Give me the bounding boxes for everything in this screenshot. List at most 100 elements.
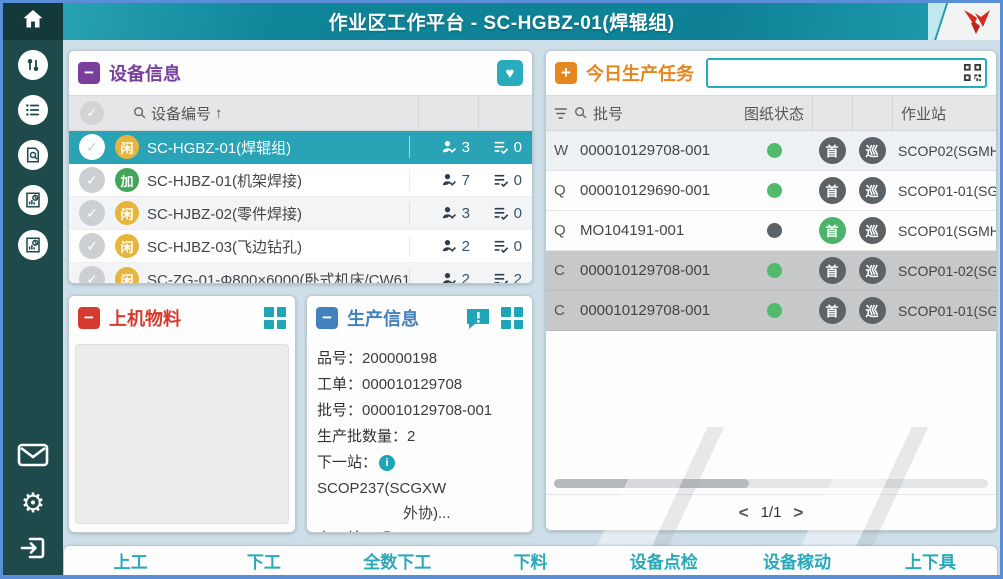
alert-bubble-icon[interactable] [465,307,491,329]
materials-panel: − 上机物料 [68,295,296,533]
prev-page-button[interactable]: < [739,503,749,523]
list-icon[interactable] [18,95,48,125]
next-page-button[interactable]: > [793,503,803,523]
row-checkbox[interactable]: ✓ [79,167,105,193]
equipment-row[interactable]: ✓ 加 SC-HJBZ-01(机架焊接) 7 0 [69,164,532,197]
operator-count: 2 [462,271,470,285]
equipment-label: SC-HJBZ-02(零件焊接) [147,203,409,224]
settings-gear-icon[interactable]: ⚙ [21,490,45,516]
equipment-code-column-header[interactable]: 设备编号 ↑ [115,103,418,124]
equipment-label: SC-ZG-01-Φ800×6000(卧式机床/CW6180) [147,269,409,285]
row-checkbox[interactable]: ✓ [79,134,105,160]
sort-up-icon: ↑ [215,105,223,122]
operator-check-icon [441,238,458,254]
row-checkbox[interactable]: ✓ [79,266,105,284]
station-name: SCOP01(SGMH0... [892,223,996,239]
expand-icon[interactable]: + [555,62,577,84]
scrollbar-thumb[interactable] [554,479,749,488]
qr-scan-icon[interactable] [963,63,982,87]
station-name: SCOP01-01(SGM... [892,183,996,199]
task-flag: C [554,302,580,319]
equipment-row[interactable]: ✓ 闲 SC-ZG-01-Φ800×6000(卧式机床/CW6180) 2 2 [69,263,532,284]
task-row[interactable]: Q MO104191-001 首 巡 SCOP01(SGMH0... [546,211,996,251]
task-count: 2 [514,271,522,285]
report-icon[interactable] [18,185,48,215]
patrol-inspection-badge[interactable]: 巡 [859,257,886,284]
field-value: 000010129708-001 [362,398,492,424]
search-icon [133,106,147,120]
end-all-work-button[interactable]: 全数下工 [331,548,464,573]
action-toolbar: 上工 下工 全数下工 下料 设备点检 设备稼动 上下具 [64,546,997,575]
task-row[interactable]: Q 000010129690-001 首 巡 SCOP01-01(SGM... [546,171,996,211]
drawing-status-dot [767,303,782,318]
favorite-heart-icon[interactable]: ♥ [497,60,523,86]
task-flag: C [554,262,580,279]
drawing-status-dot [767,183,782,198]
select-all-checkbox[interactable]: ✓ [80,101,104,125]
task-search-input[interactable] [706,58,987,88]
equipment-utilization-button[interactable]: 设备稼动 [730,548,863,573]
collapse-icon[interactable]: − [316,307,338,329]
drawing-status-dot [767,223,782,238]
expand-grid-icon[interactable] [501,307,523,329]
workstations-icon[interactable] [18,50,48,80]
patrol-inspection-badge[interactable]: 巡 [859,217,886,244]
exit-icon[interactable] [19,534,47,567]
row-checkbox[interactable]: ✓ [79,233,105,259]
mail-icon[interactable] [17,443,49,472]
equipment-row[interactable]: ✓ 闲 SC-HGBZ-01(焊辊组) 3 0 [69,131,532,164]
task-row[interactable]: W 000010129708-001 首 巡 SCOP02(SGMH0... [546,131,996,171]
info-icon[interactable]: i [379,531,395,533]
patrol-inspection-badge[interactable]: 巡 [859,137,886,164]
batch-column-header[interactable]: 批号 [554,103,736,124]
start-work-button[interactable]: 上工 [64,548,197,573]
task-row[interactable]: C 000010129708-001 首 巡 SCOP01-02(SGM... [546,251,996,291]
field-label: 生产批数量： [317,424,407,450]
task-check-icon [493,272,510,285]
equipment-table-header: ✓ 设备编号 ↑ [69,95,532,131]
patrol-inspection-badge[interactable]: 巡 [859,177,886,204]
equipment-check-button[interactable]: 设备点检 [597,548,730,573]
page-title: 作业区工作平台 - SC-HGBZ-01(焊辊组) [3,3,1000,40]
first-inspection-badge[interactable]: 首 [819,257,846,284]
station-name: SCOP01-01(SGM... [892,303,996,319]
patrol-inspection-badge[interactable]: 巡 [859,297,886,324]
collapse-icon[interactable]: − [78,62,100,84]
operator-count: 7 [462,172,470,189]
first-inspection-badge[interactable]: 首 [819,217,846,244]
fixture-button[interactable]: 上下具 [864,548,997,573]
collapse-icon[interactable]: − [78,307,100,329]
equipment-label: SC-HGBZ-01(焊辊组) [147,137,409,158]
field-label: 品号： [317,346,362,372]
task-row[interactable]: C 000010129708-001 首 巡 SCOP01-01(SGM... [546,291,996,331]
end-work-button[interactable]: 下工 [197,548,330,573]
first-inspection-badge[interactable]: 首 [819,297,846,324]
first-inspection-badge[interactable]: 首 [819,137,846,164]
task-flag: W [554,142,580,159]
first-inspection-badge[interactable]: 首 [819,177,846,204]
production-panel-title: 生产信息 [347,305,419,331]
materials-empty-area [75,344,289,524]
horizontal-scrollbar[interactable] [554,479,988,488]
batch-number: MO104191-001 [580,222,736,239]
app-window: 作业区工作平台 - SC-HGBZ-01(焊辊组) [0,0,1003,579]
unload-material-button[interactable]: 下料 [464,548,597,573]
task-check-icon [493,206,510,221]
batch-number: 000010129708-001 [580,262,736,279]
expand-grid-icon[interactable] [264,307,286,329]
operator-count: 3 [462,139,470,156]
home-button[interactable] [3,3,63,40]
task-check-icon [493,140,510,155]
operator-check-icon [441,172,458,188]
field-value: 2 [407,424,415,450]
drawing-status-dot [767,263,782,278]
info-icon[interactable]: i [379,455,395,471]
status-badge: 闲 [115,135,139,159]
row-checkbox[interactable]: ✓ [79,200,105,226]
patrol-column-header [852,96,892,130]
equipment-row[interactable]: ✓ 闲 SC-HJBZ-02(零件焊接) 3 0 [69,197,532,230]
report-icon-2[interactable] [18,230,48,260]
equipment-row[interactable]: ✓ 闲 SC-HJBZ-03(飞边钻孔) 2 0 [69,230,532,263]
brand-logo-icon [962,9,992,35]
document-search-icon[interactable] [18,140,48,170]
